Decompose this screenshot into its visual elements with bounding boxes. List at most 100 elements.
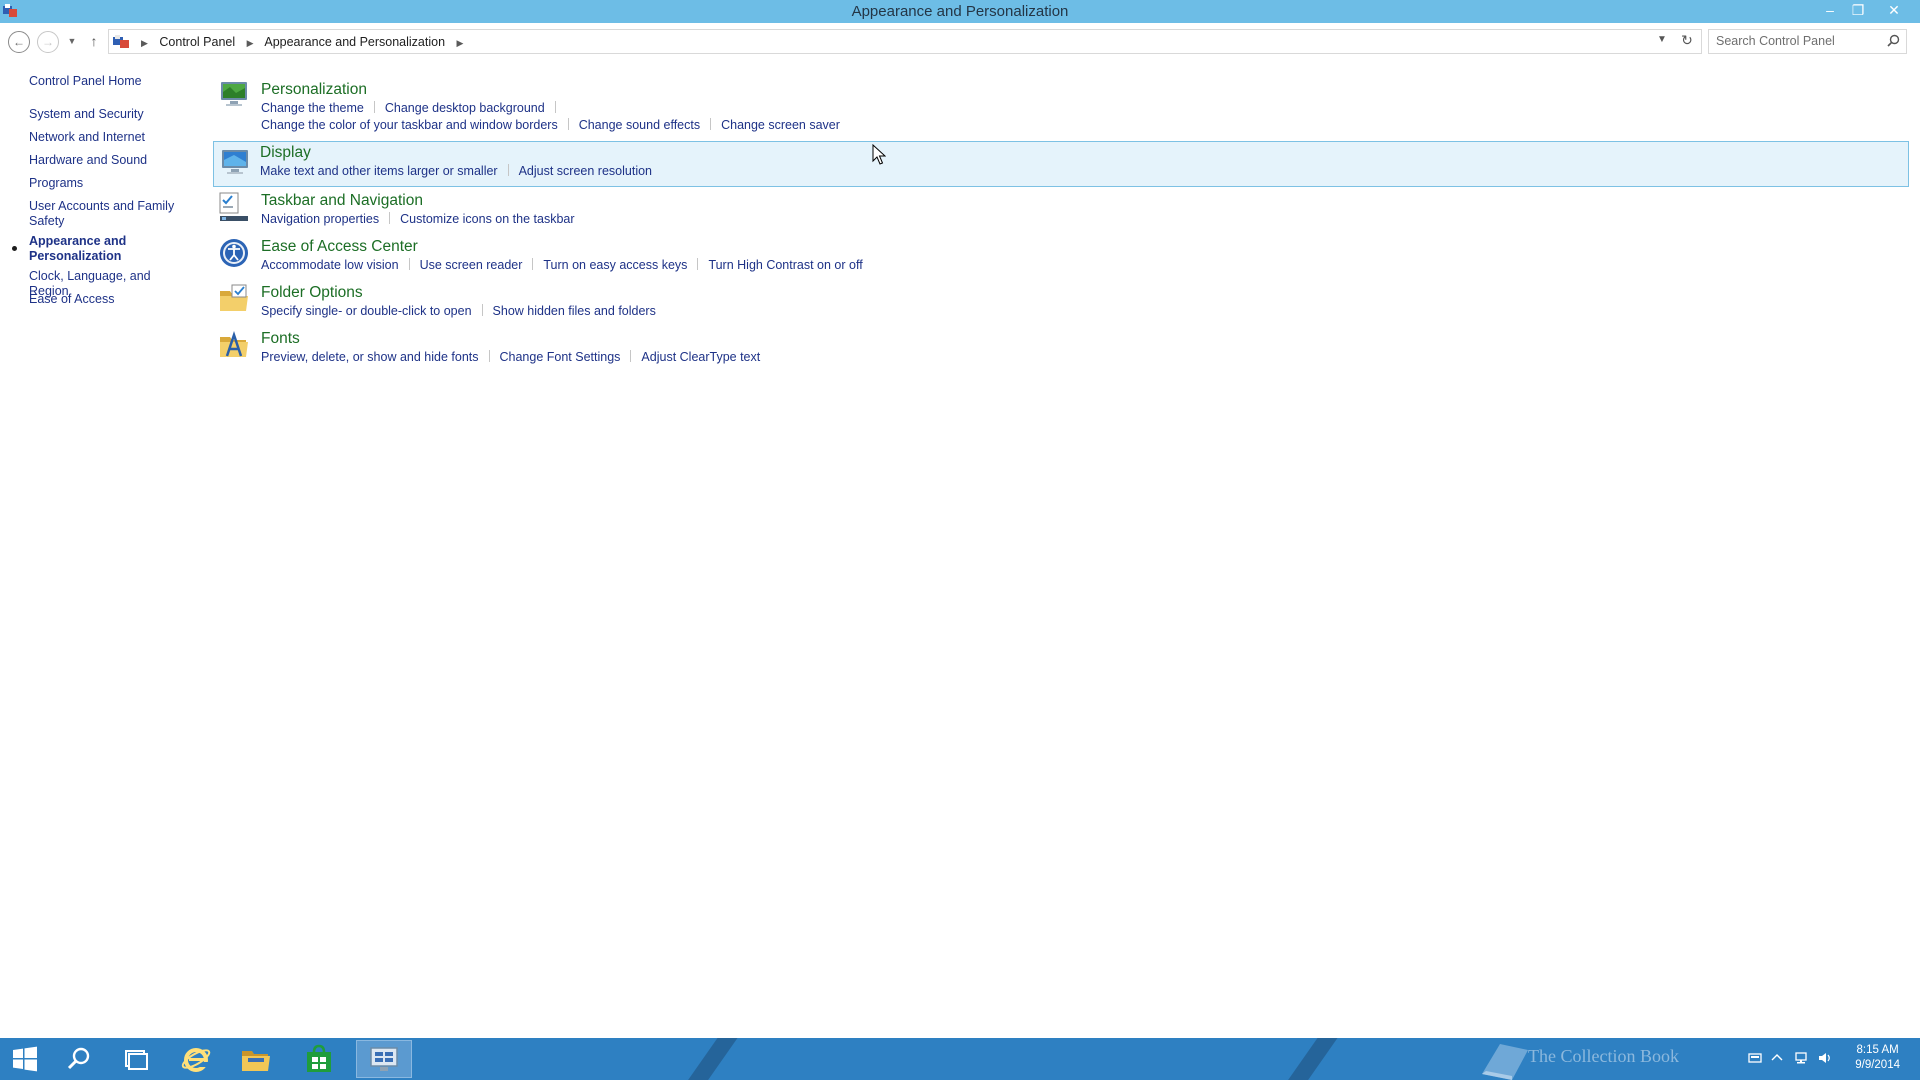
change-screen-saver-link[interactable]: Change screen saver bbox=[721, 118, 840, 132]
sidebar-item-ease-of-access[interactable]: Ease of Access bbox=[29, 292, 189, 307]
taskbar-navigation-heading[interactable]: Taskbar and Navigation bbox=[261, 192, 423, 210]
breadcrumb: ▶ Control Panel ▶ Appearance and Persona… bbox=[133, 35, 471, 49]
volume-icon[interactable] bbox=[1818, 1052, 1832, 1064]
display-heading[interactable]: Display bbox=[260, 144, 311, 162]
task-view-button[interactable] bbox=[113, 1040, 159, 1078]
breadcrumb-control-panel[interactable]: Control Panel bbox=[159, 35, 235, 49]
address-dropdown-icon[interactable]: ▼ bbox=[1655, 34, 1669, 45]
control-panel-home-link[interactable]: Control Panel Home bbox=[29, 74, 142, 88]
action-center-icon[interactable] bbox=[1748, 1052, 1762, 1064]
chevron-right-icon[interactable]: ▶ bbox=[457, 38, 464, 48]
up-button[interactable]: ↑ bbox=[86, 31, 102, 53]
search-icon[interactable] bbox=[1887, 34, 1900, 47]
store-button[interactable] bbox=[296, 1040, 342, 1078]
link-separator bbox=[507, 164, 509, 176]
category-folder-options: Folder Options Specify single- or double… bbox=[214, 279, 1910, 325]
forward-button[interactable]: → bbox=[37, 31, 59, 53]
ease-of-access-heading[interactable]: Ease of Access Center bbox=[261, 238, 418, 256]
easy-access-keys-link[interactable]: Turn on easy access keys bbox=[543, 258, 687, 272]
link-separator bbox=[630, 350, 632, 362]
show-hidden-icons-icon[interactable] bbox=[1770, 1052, 1784, 1064]
high-contrast-link[interactable]: Turn High Contrast on or off bbox=[708, 258, 862, 272]
refresh-icon[interactable]: ↻ bbox=[1679, 32, 1695, 49]
network-icon[interactable] bbox=[1794, 1052, 1808, 1064]
single-double-click-link[interactable]: Specify single- or double-click to open bbox=[261, 304, 472, 318]
change-sound-effects-link[interactable]: Change sound effects bbox=[579, 118, 700, 132]
book-icon bbox=[1482, 1044, 1528, 1080]
search-input[interactable] bbox=[1716, 34, 1881, 48]
system-tray: The Collection Book 8:15 AM 9/9/2014 bbox=[1460, 1038, 1920, 1080]
internet-explorer-button[interactable] bbox=[173, 1040, 219, 1078]
sidebar-item-programs[interactable]: Programs bbox=[29, 176, 189, 191]
sidebar-item-hardware-sound[interactable]: Hardware and Sound bbox=[29, 153, 189, 168]
display-links: Make text and other items larger or smal… bbox=[260, 164, 652, 178]
fonts-heading[interactable]: Fonts bbox=[261, 330, 300, 348]
use-screen-reader-link[interactable]: Use screen reader bbox=[420, 258, 523, 272]
maximize-button[interactable]: ❐ bbox=[1844, 0, 1872, 20]
back-button[interactable]: ← bbox=[8, 31, 30, 53]
ease-of-access-links: Accommodate low vision Use screen reader T… bbox=[261, 258, 863, 272]
close-button[interactable]: ✕ bbox=[1872, 0, 1916, 20]
watermark-text: The Collection Book bbox=[1528, 1046, 1679, 1066]
clock-time: 8:15 AM bbox=[1856, 1044, 1899, 1056]
sidebar-item-appearance[interactable]: Appearance and Personalization bbox=[29, 234, 139, 264]
customize-taskbar-icons-link[interactable]: Customize icons on the taskbar bbox=[400, 212, 574, 226]
folder-options-icon bbox=[220, 284, 248, 311]
personalization-icon bbox=[221, 82, 247, 106]
sidebar-item-system-security[interactable]: System and Security bbox=[29, 107, 189, 122]
sidebar-item-network-internet[interactable]: Network and Internet bbox=[29, 130, 189, 145]
breadcrumb-appearance[interactable]: Appearance and Personalization bbox=[264, 35, 445, 49]
address-row: ← → ▼ ↑ ▶ Control Panel ▶ Appearance and… bbox=[0, 23, 1920, 57]
display-icon bbox=[222, 150, 248, 174]
active-bullet-icon bbox=[12, 246, 17, 251]
chevron-right-icon[interactable]: ▶ bbox=[247, 38, 254, 48]
mouse-cursor-icon bbox=[872, 144, 886, 165]
chevron-right-icon[interactable]: ▶ bbox=[141, 38, 148, 48]
control-panel-taskbar-button[interactable] bbox=[356, 1040, 412, 1078]
link-separator bbox=[710, 118, 712, 130]
minimize-button[interactable]: – bbox=[1816, 0, 1844, 20]
store-icon bbox=[307, 1044, 331, 1072]
address-bar[interactable]: ▶ Control Panel ▶ Appearance and Persona… bbox=[108, 29, 1702, 54]
link-separator bbox=[697, 258, 699, 270]
accommodate-low-vision-link[interactable]: Accommodate low vision bbox=[261, 258, 399, 272]
internet-explorer-icon bbox=[181, 1048, 211, 1072]
recent-locations-button[interactable]: ▼ bbox=[65, 31, 79, 53]
taskbar-icon bbox=[219, 192, 248, 221]
fonts-links: Preview, delete, or show and hide fonts C… bbox=[261, 350, 760, 364]
preview-fonts-link[interactable]: Preview, delete, or show and hide fonts bbox=[261, 350, 479, 364]
sidebar-item-user-accounts[interactable]: User Accounts and Family Safety bbox=[29, 199, 179, 229]
search-box[interactable] bbox=[1708, 29, 1907, 54]
link-separator bbox=[532, 258, 534, 270]
link-separator bbox=[554, 101, 556, 113]
change-desktop-background-link[interactable]: Change desktop background bbox=[385, 101, 545, 115]
adjust-cleartype-link[interactable]: Adjust ClearType text bbox=[641, 350, 760, 364]
taskbar-stripe bbox=[675, 1038, 745, 1080]
change-theme-link[interactable]: Change the theme bbox=[261, 101, 364, 115]
folder-options-heading[interactable]: Folder Options bbox=[261, 284, 363, 302]
link-separator bbox=[373, 101, 375, 113]
title-bar: Appearance and Personalization – ❐ ✕ bbox=[0, 0, 1920, 23]
adjust-screen-resolution-link[interactable]: Adjust screen resolution bbox=[519, 164, 652, 178]
control-panel-icon bbox=[370, 1047, 398, 1071]
taskbar-stripe bbox=[1275, 1038, 1345, 1080]
folder-icon bbox=[242, 1051, 270, 1071]
start-button[interactable] bbox=[2, 1040, 48, 1078]
change-taskbar-color-link[interactable]: Change the color of your taskbar and win… bbox=[261, 118, 558, 132]
category-display[interactable]: Display Make text and other items larger… bbox=[213, 141, 1909, 187]
make-text-larger-link[interactable]: Make text and other items larger or smal… bbox=[260, 164, 498, 178]
link-separator bbox=[488, 350, 490, 362]
show-hidden-files-link[interactable]: Show hidden files and folders bbox=[493, 304, 656, 318]
change-font-settings-link[interactable]: Change Font Settings bbox=[500, 350, 621, 364]
navigation-properties-link[interactable]: Navigation properties bbox=[261, 212, 379, 226]
taskbar: The Collection Book 8:15 AM 9/9/2014 bbox=[0, 1038, 1920, 1080]
personalization-links-row2: Change the color of your taskbar and win… bbox=[261, 118, 840, 132]
window-title: Appearance and Personalization bbox=[851, 3, 1069, 20]
personalization-heading[interactable]: Personalization bbox=[261, 81, 367, 99]
fonts-icon bbox=[220, 331, 248, 357]
task-view-icon bbox=[125, 1050, 148, 1070]
category-taskbar-navigation: Taskbar and Navigation Navigation proper… bbox=[214, 187, 1910, 233]
search-taskbar-button[interactable] bbox=[56, 1040, 102, 1078]
file-explorer-button[interactable] bbox=[233, 1040, 279, 1078]
taskbar-clock[interactable]: 8:15 AM 9/9/2014 bbox=[1855, 1043, 1900, 1073]
